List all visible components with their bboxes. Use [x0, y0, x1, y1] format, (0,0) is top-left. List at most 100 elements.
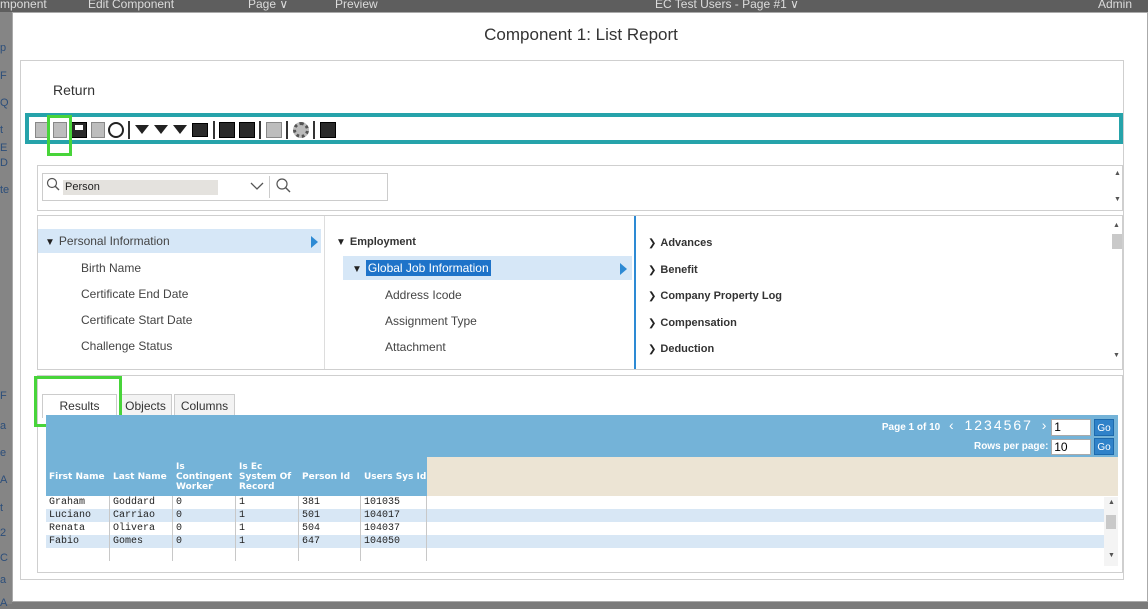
settings-icon[interactable] — [293, 122, 309, 138]
return-link[interactable]: Return — [53, 82, 95, 98]
tree-item-personal-information[interactable]: ▼ Personal Information — [38, 229, 321, 253]
chevron-right-icon: ❯ — [648, 291, 657, 302]
table-cell: Luciano — [46, 509, 110, 522]
column-header-is-ec-system-of-record[interactable]: Is Ec System Of Record — [236, 457, 299, 496]
tree-item-compensation[interactable]: ❯ Compensation — [648, 310, 737, 334]
save-icon[interactable] — [71, 122, 87, 138]
tree-item-label: Company Property Log — [660, 290, 783, 302]
rows-per-page-label: Rows per page: — [973, 441, 1049, 453]
results-grid: Graham Goddard 0 1 381 101035 Luciano Ca… — [46, 496, 1118, 566]
table-row-partial[interactable] — [46, 548, 1104, 561]
scrollbar-thumb[interactable] — [1106, 515, 1116, 529]
tree-item-employment[interactable]: ▼ Employment — [336, 229, 416, 253]
table-cell: 0 — [173, 522, 236, 535]
tree-column-right: ❯ Advances ❯ Benefit ❯ Company Property Log… — [638, 216, 1108, 369]
table-cell: Gomes — [110, 535, 173, 548]
tree-item[interactable]: Certificate Start Date — [81, 308, 192, 332]
chart-icon[interactable] — [320, 122, 336, 138]
table-cell: Olivera — [110, 522, 173, 535]
prev-page-button[interactable]: ‹ — [949, 417, 956, 433]
column-header-person-id[interactable]: Person Id — [299, 457, 361, 496]
table-row[interactable]: Renata Olivera 0 1 504 104037 — [46, 522, 1104, 535]
search-icon — [46, 177, 60, 191]
table-cell: 1 — [236, 509, 299, 522]
page-go-button[interactable]: Go — [1094, 418, 1114, 436]
filter-clear-icon[interactable] — [173, 125, 187, 134]
bg-menu-component: mponent — [0, 0, 47, 11]
table-cell: 1 — [236, 535, 299, 548]
page-number-input[interactable] — [1051, 418, 1092, 436]
table-cell — [46, 548, 110, 561]
rows-per-page-input[interactable] — [1051, 438, 1092, 455]
column-header-first-name[interactable]: First Name — [46, 457, 110, 496]
scrollbar-thumb[interactable] — [1112, 234, 1122, 249]
filter-icon[interactable] — [135, 125, 149, 134]
chevron-down-icon[interactable] — [249, 177, 265, 195]
table-cell — [361, 548, 427, 561]
table-row[interactable]: Fabio Gomes 0 1 647 104050 — [46, 535, 1104, 548]
bg-letter: A — [0, 597, 8, 609]
tree-item-deduction[interactable]: ❯ Deduction — [648, 336, 714, 360]
tree-arrow-icon — [311, 236, 318, 248]
formula-icon[interactable] — [239, 122, 255, 138]
toolbar-separator — [286, 121, 288, 139]
rows-go-button[interactable]: Go — [1094, 438, 1114, 455]
tree-item-benefit[interactable]: ❯ Benefit — [648, 257, 698, 281]
object-search-value[interactable]: Person — [63, 180, 218, 195]
column-header-is-contingent-worker[interactable]: Is Contingent Worker — [173, 457, 236, 496]
chevron-right-icon: ❯ — [648, 318, 657, 329]
column-header-last-name[interactable]: Last Name — [110, 457, 173, 496]
filter-edit-icon[interactable] — [154, 125, 168, 134]
sort-az-icon[interactable] — [219, 122, 235, 138]
grid-icon[interactable] — [192, 123, 208, 137]
grid-scrollbar[interactable]: ▲ ▼ — [1104, 497, 1118, 566]
bg-admin: Admin — [1098, 0, 1133, 11]
table-cell: 381 — [299, 496, 361, 509]
tree-scrollbar[interactable]: ▲ ▼ — [1110, 222, 1123, 367]
tree-item[interactable]: Challenge Status — [81, 334, 172, 358]
chevron-right-icon: ❯ — [648, 265, 657, 276]
column-header-users-sys-id[interactable]: Users Sys Id — [361, 457, 427, 496]
search-icon[interactable] — [275, 177, 291, 193]
tree-item-advances[interactable]: ❯ Advances — [648, 230, 712, 254]
bg-menu-page: Page ∨ — [248, 0, 289, 11]
table-cell: 104037 — [361, 522, 427, 535]
tree-item[interactable]: Certificate End Date — [81, 282, 188, 306]
export-icon[interactable] — [266, 122, 282, 138]
column-header-filler — [427, 457, 1118, 496]
tree-item-global-job-information[interactable]: ▼ Global Job Information — [343, 256, 632, 280]
tree-item-company-property-log[interactable]: ❯ Company Property Log — [648, 283, 782, 307]
tree-item[interactable]: Birth Name — [81, 256, 141, 280]
bg-letter: Q — [0, 97, 9, 109]
scroll-down-icon[interactable]: ▼ — [1114, 196, 1121, 203]
next-page-button[interactable]: › — [1042, 417, 1049, 433]
scroll-up-icon[interactable]: ▲ — [1108, 499, 1115, 506]
table-cell: 1 — [236, 522, 299, 535]
save-highlight-box — [47, 115, 72, 156]
table-row[interactable]: Graham Goddard 0 1 381 101035 — [46, 496, 1104, 509]
scroll-up-icon[interactable]: ▲ — [1114, 170, 1121, 177]
table-row[interactable]: Luciano Carriao 0 1 501 104017 — [46, 509, 1104, 522]
tree-item[interactable]: Attachment — [385, 335, 446, 359]
table-cell: 1 — [236, 496, 299, 509]
cancel-icon[interactable] — [108, 122, 124, 138]
scroll-down-icon[interactable]: ▼ — [1113, 352, 1120, 359]
dialog-title: Component 1: List Report — [484, 25, 678, 44]
page-numbers[interactable]: 1234567 — [964, 417, 1033, 433]
bg-menu-preview: Preview — [335, 0, 378, 11]
tree-item-label: Employment — [349, 236, 416, 248]
bg-letter: te — [0, 184, 10, 196]
bg-letter: a — [0, 420, 7, 432]
bg-letter: D — [0, 157, 8, 169]
tree-item[interactable]: Assignment Type — [385, 309, 477, 333]
search-divider — [269, 176, 270, 198]
scroll-down-icon[interactable]: ▼ — [1108, 552, 1115, 559]
bg-letter: a — [0, 574, 7, 586]
object-search-field[interactable]: Person — [42, 173, 388, 201]
toolbar-separator — [213, 121, 215, 139]
tree-item[interactable]: Address Icode — [385, 283, 462, 307]
scroll-up-icon[interactable]: ▲ — [1113, 222, 1120, 229]
table-cell: Graham — [46, 496, 110, 509]
copy-icon[interactable] — [91, 122, 105, 138]
table-cell — [299, 548, 361, 561]
